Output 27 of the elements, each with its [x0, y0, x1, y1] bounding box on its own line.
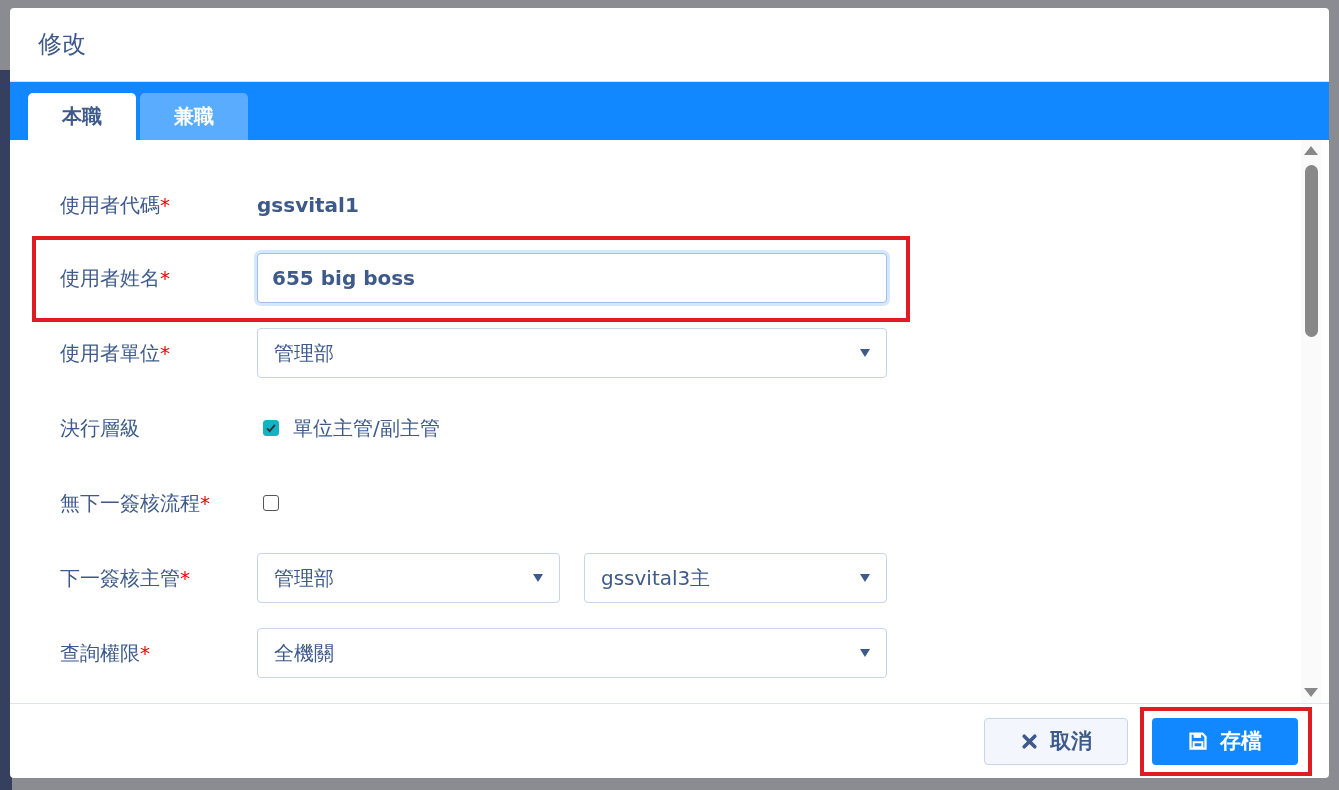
caret-icon: [860, 574, 870, 583]
dropdown[interactable]: gssvital3主: [584, 553, 887, 604]
save-icon: [1188, 731, 1208, 752]
field-value: gssvital1: [257, 193, 359, 218]
dropdown[interactable]: 管理部: [257, 553, 560, 604]
checkbox[interactable]: [263, 495, 279, 512]
field-label: 使用者姓名*: [60, 264, 171, 292]
field-label: 決行層級: [60, 414, 141, 442]
tab[interactable]: 本職: [28, 93, 136, 141]
field-label: 使用者代碼*: [60, 191, 171, 219]
caret-icon: [860, 349, 870, 358]
field-label: 查詢權限*: [60, 639, 151, 667]
field-label: 無下一簽核流程*: [60, 489, 211, 517]
dialog-title: 修改: [38, 29, 86, 61]
checkbox-label: 單位主管/副主管: [293, 414, 440, 442]
caret-icon: [860, 649, 870, 658]
checkbox[interactable]: [263, 420, 279, 437]
caret-icon: [533, 574, 543, 583]
dropdown[interactable]: 全機關: [257, 628, 887, 679]
field-label: 下一簽核主管*: [60, 564, 191, 592]
dropdown[interactable]: 管理部: [257, 328, 887, 379]
cancel-button[interactable]: 取消: [984, 717, 1128, 765]
scrollbar[interactable]: [1301, 140, 1321, 704]
field-label: 使用者單位*: [60, 339, 171, 367]
input-field[interactable]: 655 big boss: [257, 253, 887, 304]
save-button[interactable]: 存檔: [1152, 717, 1298, 765]
close-icon: [1020, 732, 1038, 750]
